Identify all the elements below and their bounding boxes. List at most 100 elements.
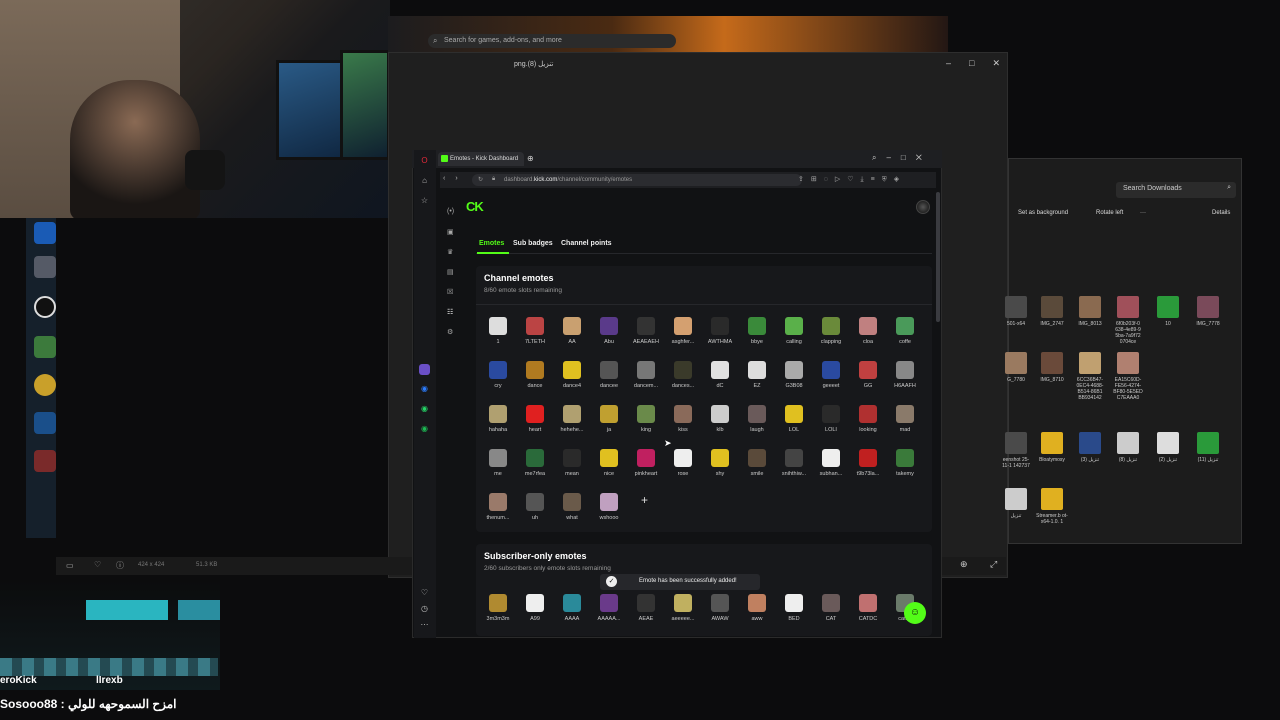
reload-icon[interactable]: ↻ bbox=[478, 176, 483, 183]
opera-logo-icon[interactable]: O bbox=[419, 156, 430, 167]
emote-item[interactable]: subhan... bbox=[813, 449, 849, 477]
emote-item[interactable]: CAT bbox=[813, 594, 849, 622]
avatar[interactable] bbox=[916, 200, 930, 214]
tab-channel-points[interactable]: Channel points bbox=[561, 240, 612, 247]
emote-item[interactable]: coffe bbox=[887, 317, 923, 345]
spotify-icon[interactable]: ◉ bbox=[419, 424, 430, 435]
emote-item[interactable]: kiss bbox=[665, 405, 701, 433]
emote-item[interactable]: cloa bbox=[850, 317, 886, 345]
whatsapp-icon[interactable]: ◉ bbox=[419, 404, 430, 415]
file-thumbnail[interactable]: 501-x64 bbox=[1000, 296, 1032, 327]
emote-item[interactable]: dance4 bbox=[554, 361, 590, 389]
heart-icon[interactable]: ♡ bbox=[419, 588, 430, 599]
explorer-search-input[interactable]: Search Downloads ⌕ bbox=[1116, 182, 1236, 198]
emote-item[interactable]: LOL bbox=[776, 405, 812, 433]
speed-dial-icon[interactable]: ☆ bbox=[419, 196, 430, 207]
photo-viewer-window-controls[interactable]: –□✕ bbox=[946, 58, 1018, 69]
aria-icon[interactable] bbox=[419, 364, 430, 375]
file-thumbnail[interactable]: IMG_7778 bbox=[1192, 296, 1224, 327]
app-icon[interactable] bbox=[34, 450, 56, 472]
community-icon[interactable]: ☷ bbox=[447, 308, 453, 316]
file-thumbnail[interactable]: تنزيل (8) bbox=[1112, 432, 1144, 463]
emote-item[interactable]: aww bbox=[739, 594, 775, 622]
new-tab-icon[interactable]: ⊕ bbox=[527, 154, 534, 163]
emote-item[interactable]: what bbox=[554, 493, 590, 521]
emote-item[interactable]: AAAAA... bbox=[591, 594, 627, 622]
emote-item[interactable]: dance bbox=[517, 361, 553, 389]
emote-item[interactable]: AA bbox=[554, 317, 590, 345]
history-icon[interactable]: ◷ bbox=[419, 604, 430, 615]
emote-item[interactable]: BED bbox=[776, 594, 812, 622]
emote-item[interactable]: bbye bbox=[739, 317, 775, 345]
browser-window-controls[interactable]: ⌕–□✕ bbox=[872, 153, 932, 163]
scrollbar[interactable] bbox=[936, 192, 940, 322]
emote-item[interactable]: asghfer... bbox=[665, 317, 701, 345]
app-icon[interactable] bbox=[34, 222, 56, 244]
file-thumbnail[interactable]: IMG_8013 bbox=[1074, 296, 1106, 327]
file-thumbnail[interactable]: IMG_2747 bbox=[1036, 296, 1068, 327]
file-thumbnail[interactable]: تنزيل (3) bbox=[1074, 432, 1106, 463]
emote-item[interactable]: 7LTETH bbox=[517, 317, 553, 345]
emote-item[interactable]: geeeet bbox=[813, 361, 849, 389]
emote-item[interactable]: Abu bbox=[591, 317, 627, 345]
emote-item[interactable]: shy bbox=[702, 449, 738, 477]
emote-item[interactable]: AEAEAEH bbox=[628, 317, 664, 345]
emote-item[interactable]: dC bbox=[702, 361, 738, 389]
file-thumbnail[interactable]: G_7780 bbox=[1000, 352, 1032, 383]
file-thumbnail[interactable]: IMG_8710 bbox=[1036, 352, 1068, 383]
emote-item[interactable]: laugh bbox=[739, 405, 775, 433]
emote-item[interactable]: aeeeee... bbox=[665, 594, 701, 622]
extension-icons[interactable]: ⇪⊞◌▷♡⤓≡⛨◈ bbox=[798, 175, 906, 184]
emote-item[interactable]: takemy bbox=[887, 449, 923, 477]
emote-item[interactable]: GG bbox=[850, 361, 886, 389]
file-thumbnail[interactable]: Streamer.b ot-x64-1.0. 1 bbox=[1036, 488, 1068, 525]
emote-item[interactable]: king bbox=[628, 405, 664, 433]
store-search-input[interactable]: ⌕ Search for games, add-ons, and more bbox=[428, 34, 676, 48]
emote-item[interactable]: LOLI bbox=[813, 405, 849, 433]
emote-item[interactable]: hehehe... bbox=[554, 405, 590, 433]
emote-item[interactable]: mean bbox=[554, 449, 590, 477]
info-icon[interactable]: ⓘ bbox=[116, 560, 124, 571]
emote-item[interactable]: ja bbox=[591, 405, 627, 433]
add-emote-button[interactable]: + bbox=[641, 493, 648, 507]
emote-item[interactable]: t9b73la... bbox=[850, 449, 886, 477]
emote-item[interactable]: AWTHMA bbox=[702, 317, 738, 345]
help-chat-button[interactable]: ☺ bbox=[904, 602, 926, 624]
kick-logo[interactable]: CK bbox=[466, 199, 484, 214]
emote-item[interactable]: G3B08 bbox=[776, 361, 812, 389]
stats-icon[interactable]: ▤ bbox=[447, 268, 454, 276]
emote-item[interactable]: dancem... bbox=[628, 361, 664, 389]
emote-item[interactable]: smile bbox=[739, 449, 775, 477]
details-button[interactable]: Details bbox=[1212, 210, 1230, 216]
file-thumbnail[interactable]: 10 bbox=[1152, 296, 1184, 327]
more-button[interactable]: ··· bbox=[1140, 210, 1146, 216]
emote-item[interactable]: AAAA bbox=[554, 594, 590, 622]
trophy-icon[interactable]: ♛ bbox=[447, 248, 453, 256]
set-background-button[interactable]: Set as background bbox=[1018, 210, 1068, 216]
emote-item[interactable]: thenum... bbox=[480, 493, 516, 521]
emote-item[interactable]: pinkheart bbox=[628, 449, 664, 477]
file-thumbnail[interactable]: تنزيل bbox=[1000, 488, 1032, 519]
file-thumbnail[interactable]: 6CC36B47- 0EC4-4688- B514-86B1 BB934142 bbox=[1074, 352, 1106, 401]
zoom-icon[interactable]: ⊕ bbox=[960, 559, 968, 570]
app-icon[interactable] bbox=[34, 412, 56, 434]
emote-item[interactable]: klb bbox=[702, 405, 738, 433]
emote-item[interactable]: dancee bbox=[591, 361, 627, 389]
emote-item[interactable]: A99 bbox=[517, 594, 553, 622]
emote-item[interactable]: dances... bbox=[665, 361, 701, 389]
settings-icon[interactable]: ⚙ bbox=[447, 328, 453, 336]
emote-item[interactable]: me7rfea bbox=[517, 449, 553, 477]
rotate-left-button[interactable]: Rotate left bbox=[1096, 210, 1123, 216]
emote-item[interactable]: AWAW bbox=[702, 594, 738, 622]
emote-item[interactable]: heart bbox=[517, 405, 553, 433]
messenger-icon[interactable]: ◉ bbox=[419, 384, 430, 395]
file-thumbnail[interactable]: تنزيل (2) bbox=[1152, 432, 1184, 463]
app-icon[interactable] bbox=[34, 256, 56, 278]
emote-item[interactable]: nice bbox=[591, 449, 627, 477]
emote-item[interactable]: AEAE bbox=[628, 594, 664, 622]
emote-item[interactable]: cry bbox=[480, 361, 516, 389]
live-icon[interactable]: (•) bbox=[447, 208, 454, 215]
emote-item[interactable]: looking bbox=[850, 405, 886, 433]
emote-item[interactable]: me bbox=[480, 449, 516, 477]
tab-sub-badges[interactable]: Sub badges bbox=[513, 240, 553, 247]
